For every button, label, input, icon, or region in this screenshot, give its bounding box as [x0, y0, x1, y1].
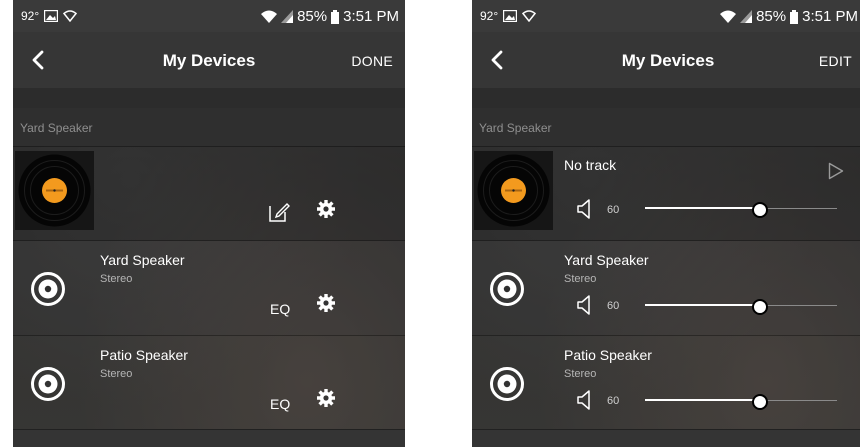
group-row: [13, 146, 405, 241]
volume-icon: [577, 199, 590, 219]
battery-icon: [331, 9, 340, 24]
eq-button[interactable]: EQ: [270, 301, 290, 317]
vinyl-record-icon: [15, 151, 94, 230]
temperature-text: 92°: [21, 9, 40, 23]
now-playing-row: No track 60: [472, 146, 860, 241]
play-button[interactable]: [828, 162, 844, 185]
edit-icon: [269, 203, 290, 222]
done-button[interactable]: DONE: [351, 53, 393, 69]
group-label: Yard Speaker: [479, 121, 552, 135]
device-subtitle: Stereo: [564, 273, 597, 285]
gear-icon: [317, 294, 335, 312]
track-title: No track: [564, 157, 617, 173]
battery-percent: 85%: [756, 8, 787, 25]
mute-button[interactable]: [577, 198, 591, 225]
battery-icon: [790, 9, 799, 24]
list-footer: [13, 429, 405, 447]
wifi-outline-icon: [63, 10, 78, 22]
volume-value: 60: [607, 300, 620, 312]
clock: 3:51 PM: [343, 8, 399, 25]
device-name: Patio Speaker: [564, 347, 652, 363]
device-settings-button[interactable]: [316, 293, 336, 318]
device-row[interactable]: Yard Speaker Stereo 60: [472, 240, 860, 335]
edit-group-button[interactable]: [268, 201, 290, 228]
device-subtitle: Stereo: [564, 368, 597, 380]
group-header: Yard Speaker: [13, 108, 405, 146]
device-subtitle: Stereo: [100, 273, 133, 285]
gear-icon: [317, 200, 335, 218]
vinyl-record-icon: [474, 151, 553, 230]
image-icon: [503, 10, 518, 22]
speaker-icon: [489, 366, 525, 407]
list-footer: [472, 429, 860, 447]
wifi-icon: [261, 10, 278, 23]
spacer: [472, 88, 860, 108]
play-icon: [828, 162, 844, 180]
volume-icon: [577, 295, 590, 315]
device-row[interactable]: Yard Speaker Stereo EQ: [13, 240, 405, 335]
volume-slider[interactable]: [645, 202, 837, 218]
device-row[interactable]: Patio Speaker Stereo 60: [472, 335, 860, 430]
mute-button[interactable]: [577, 389, 591, 416]
slider-knob[interactable]: [752, 299, 769, 315]
speaker-icon: [30, 271, 66, 312]
wifi-outline-icon: [522, 10, 537, 22]
slider-knob[interactable]: [752, 202, 769, 218]
clock: 3:51 PM: [802, 8, 858, 25]
mute-button[interactable]: [577, 294, 591, 321]
volume-slider[interactable]: [645, 299, 837, 315]
nav-bar: My Devices DONE: [13, 32, 405, 88]
page-title: My Devices: [162, 51, 256, 70]
nav-bar: My Devices EDIT: [472, 32, 860, 88]
my-devices-screen: 92° 85% 3:51 PM My Devices EDIT Yard Spe…: [472, 0, 860, 447]
volume-icon: [577, 390, 590, 410]
slider-fill: [645, 304, 761, 306]
device-name: Yard Speaker: [564, 252, 649, 268]
album-art[interactable]: [474, 151, 553, 230]
image-icon: [44, 10, 59, 22]
gear-icon: [317, 389, 335, 407]
battery-percent: 85%: [297, 8, 328, 25]
group-label: Yard Speaker: [20, 121, 93, 135]
edit-button[interactable]: EDIT: [819, 53, 852, 69]
page-title: My Devices: [621, 51, 715, 70]
speaker-icon: [30, 366, 66, 407]
device-settings-button[interactable]: [316, 388, 336, 413]
device-name: Yard Speaker: [100, 252, 185, 268]
volume-value: 60: [607, 204, 620, 216]
speaker-icon: [489, 271, 525, 312]
status-bar: 92° 85% 3:51 PM: [13, 0, 405, 32]
slider-fill: [645, 207, 761, 209]
signal-icon: [740, 10, 753, 23]
group-header: Yard Speaker: [472, 108, 860, 146]
device-name: Patio Speaker: [100, 347, 188, 363]
my-devices-edit-screen: 92° 85% 3:51 PM My Devices DONE Yard Spe…: [13, 0, 405, 447]
group-settings-button[interactable]: [316, 199, 336, 224]
slider-fill: [645, 399, 761, 401]
signal-icon: [281, 10, 294, 23]
wifi-icon: [720, 10, 737, 23]
volume-value: 60: [607, 395, 620, 407]
album-art: [15, 151, 94, 230]
temperature-text: 92°: [480, 9, 499, 23]
slider-knob[interactable]: [752, 394, 769, 410]
device-row[interactable]: Patio Speaker Stereo EQ: [13, 335, 405, 430]
status-bar: 92° 85% 3:51 PM: [472, 0, 860, 32]
device-subtitle: Stereo: [100, 368, 133, 380]
volume-slider[interactable]: [645, 394, 837, 410]
eq-button[interactable]: EQ: [270, 396, 290, 412]
spacer: [13, 88, 405, 108]
